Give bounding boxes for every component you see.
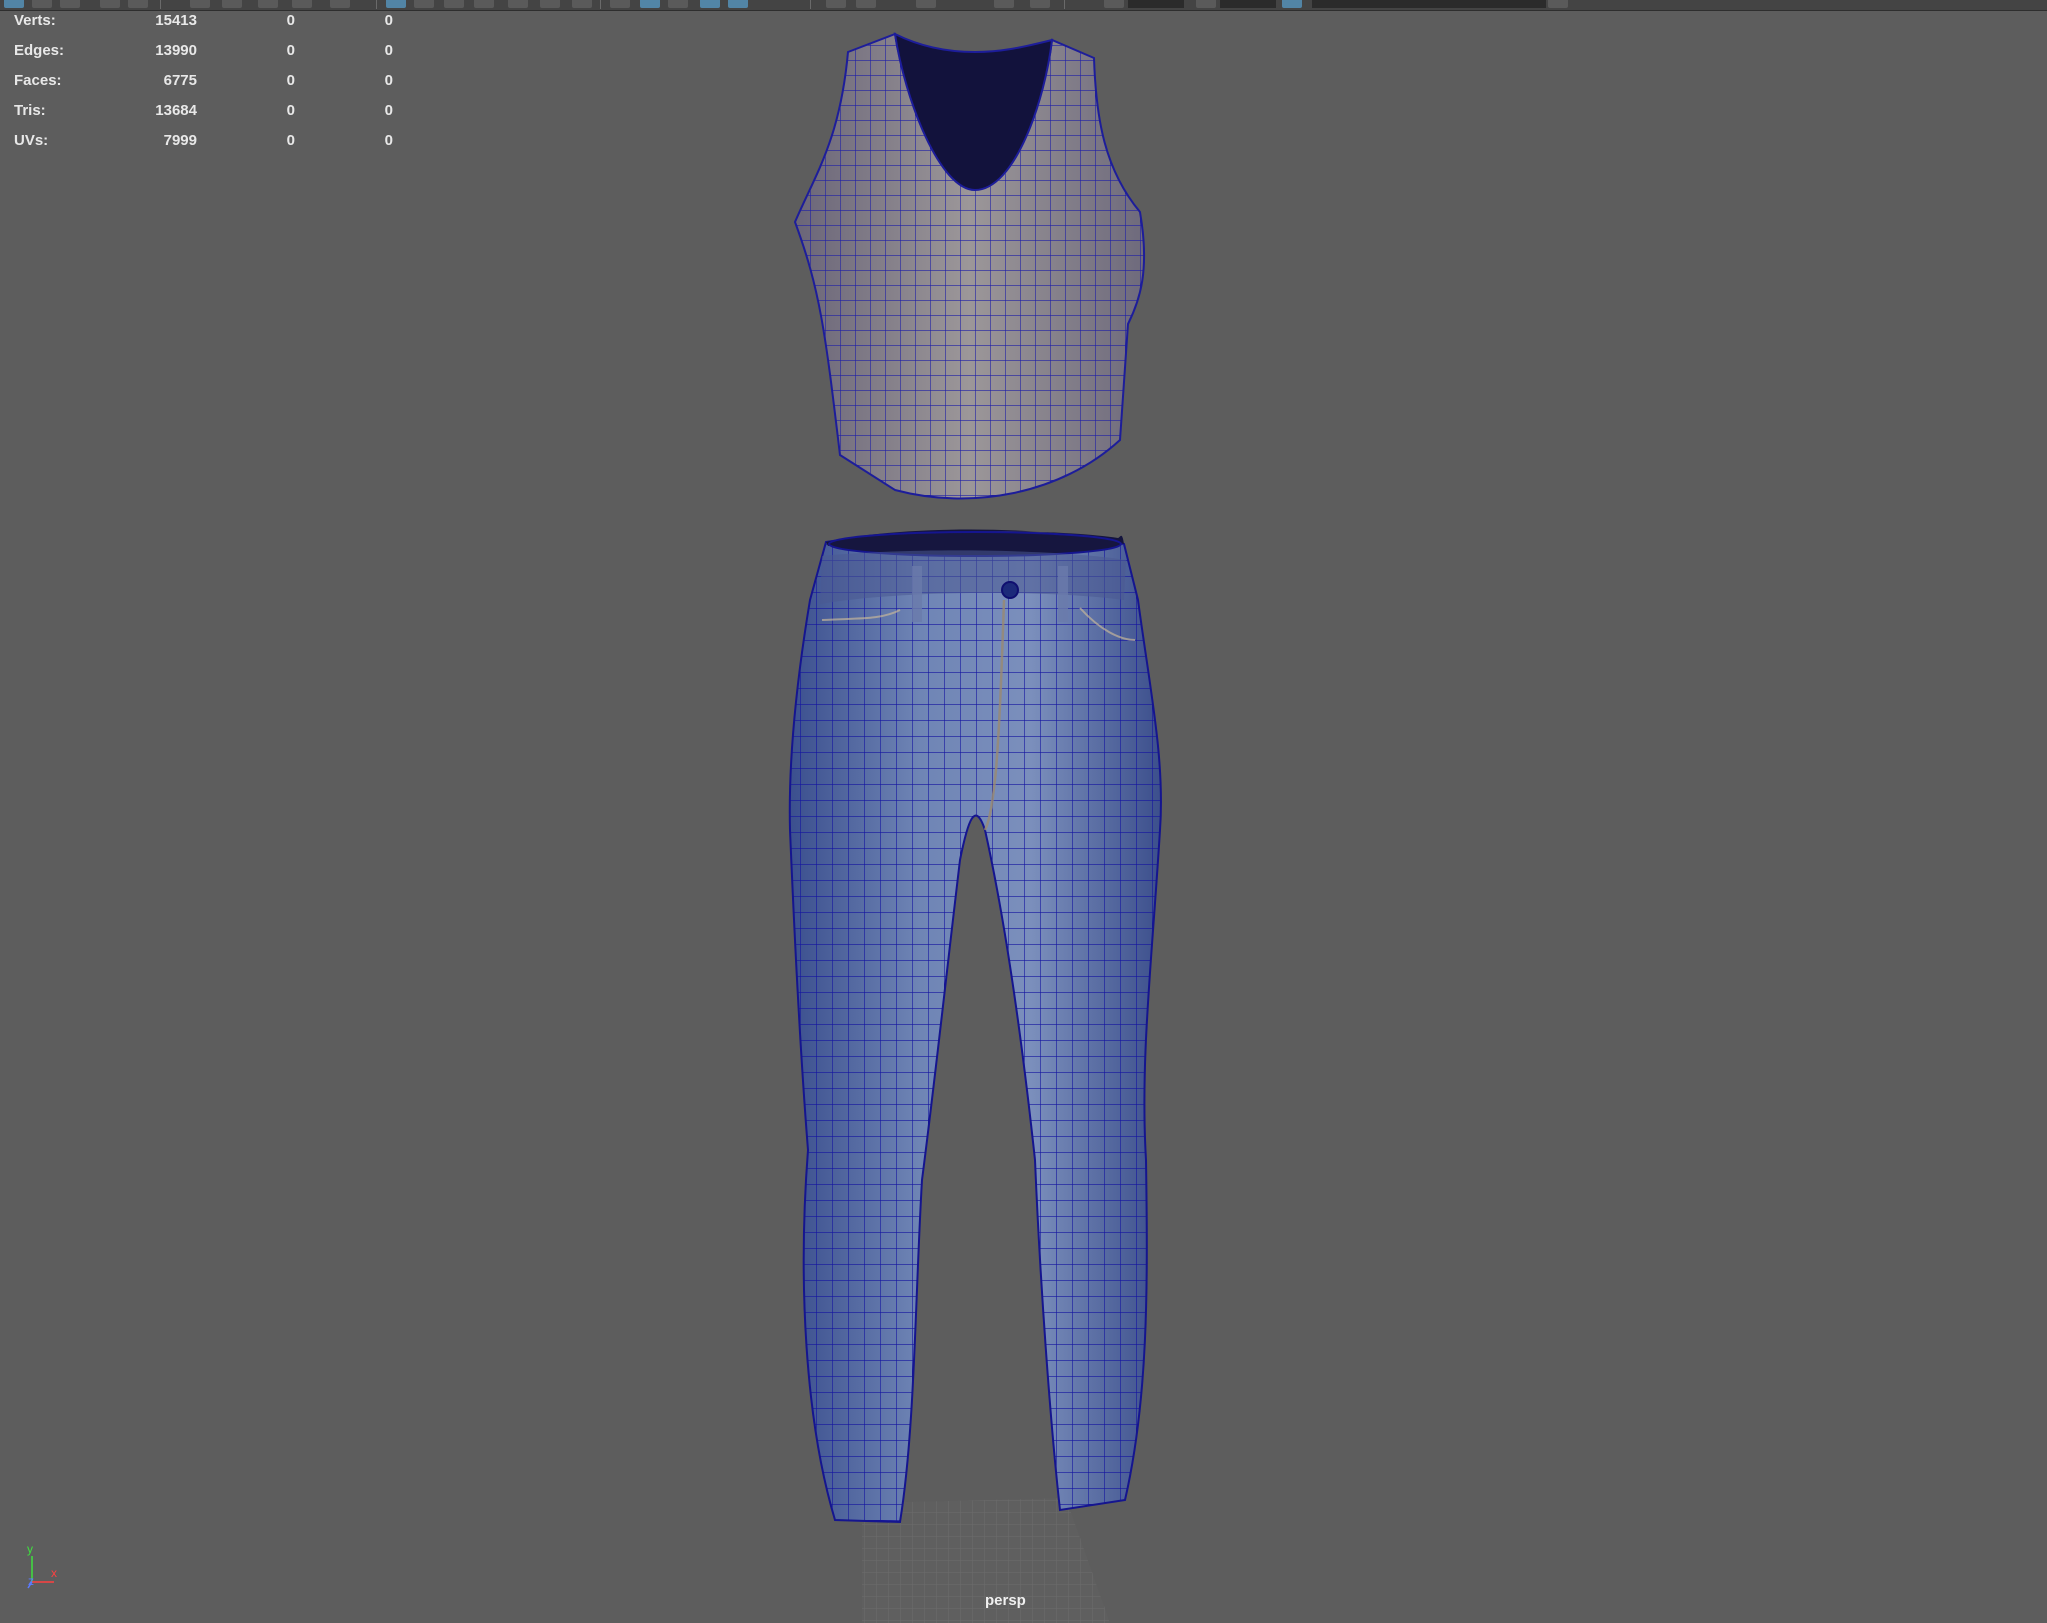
hud-value: 0 [286,12,295,29]
hud-label: Faces: [14,72,62,89]
hud-value: 0 [384,72,393,89]
hud-value: 6775 [163,72,197,89]
hud-value: 0 [384,132,393,149]
axis-y-label: y [27,1542,33,1556]
hud-value: 0 [286,42,295,59]
hud-value: 13684 [155,102,197,119]
axis-z-label: z [28,1574,34,1588]
jeans-button [1001,581,1019,599]
axis-gizmo-icon: y x z [14,1540,74,1600]
hud-label: Tris: [14,102,46,119]
hud-label: UVs: [14,132,49,149]
hud-value: 0 [384,42,393,59]
hud-value: 0 [286,132,295,149]
axis-x-label: x [51,1566,57,1580]
hud-value: 0 [384,102,393,119]
hud-value: 0 [286,72,295,89]
viewport-canvas[interactable] [0,0,2047,1623]
hud-value: 13990 [155,42,197,59]
hud-value: 0 [286,102,295,119]
hud-value: 0 [384,12,393,29]
jeans-mesh[interactable] [788,529,1162,1524]
hud-label: Edges: [14,42,65,59]
hud-label: Verts: [14,12,56,29]
hud-value: 7999 [163,132,197,149]
hud-value: 15413 [155,12,197,29]
tank-top-mesh[interactable] [793,32,1146,500]
camera-name-label: persp [985,1592,1026,1609]
